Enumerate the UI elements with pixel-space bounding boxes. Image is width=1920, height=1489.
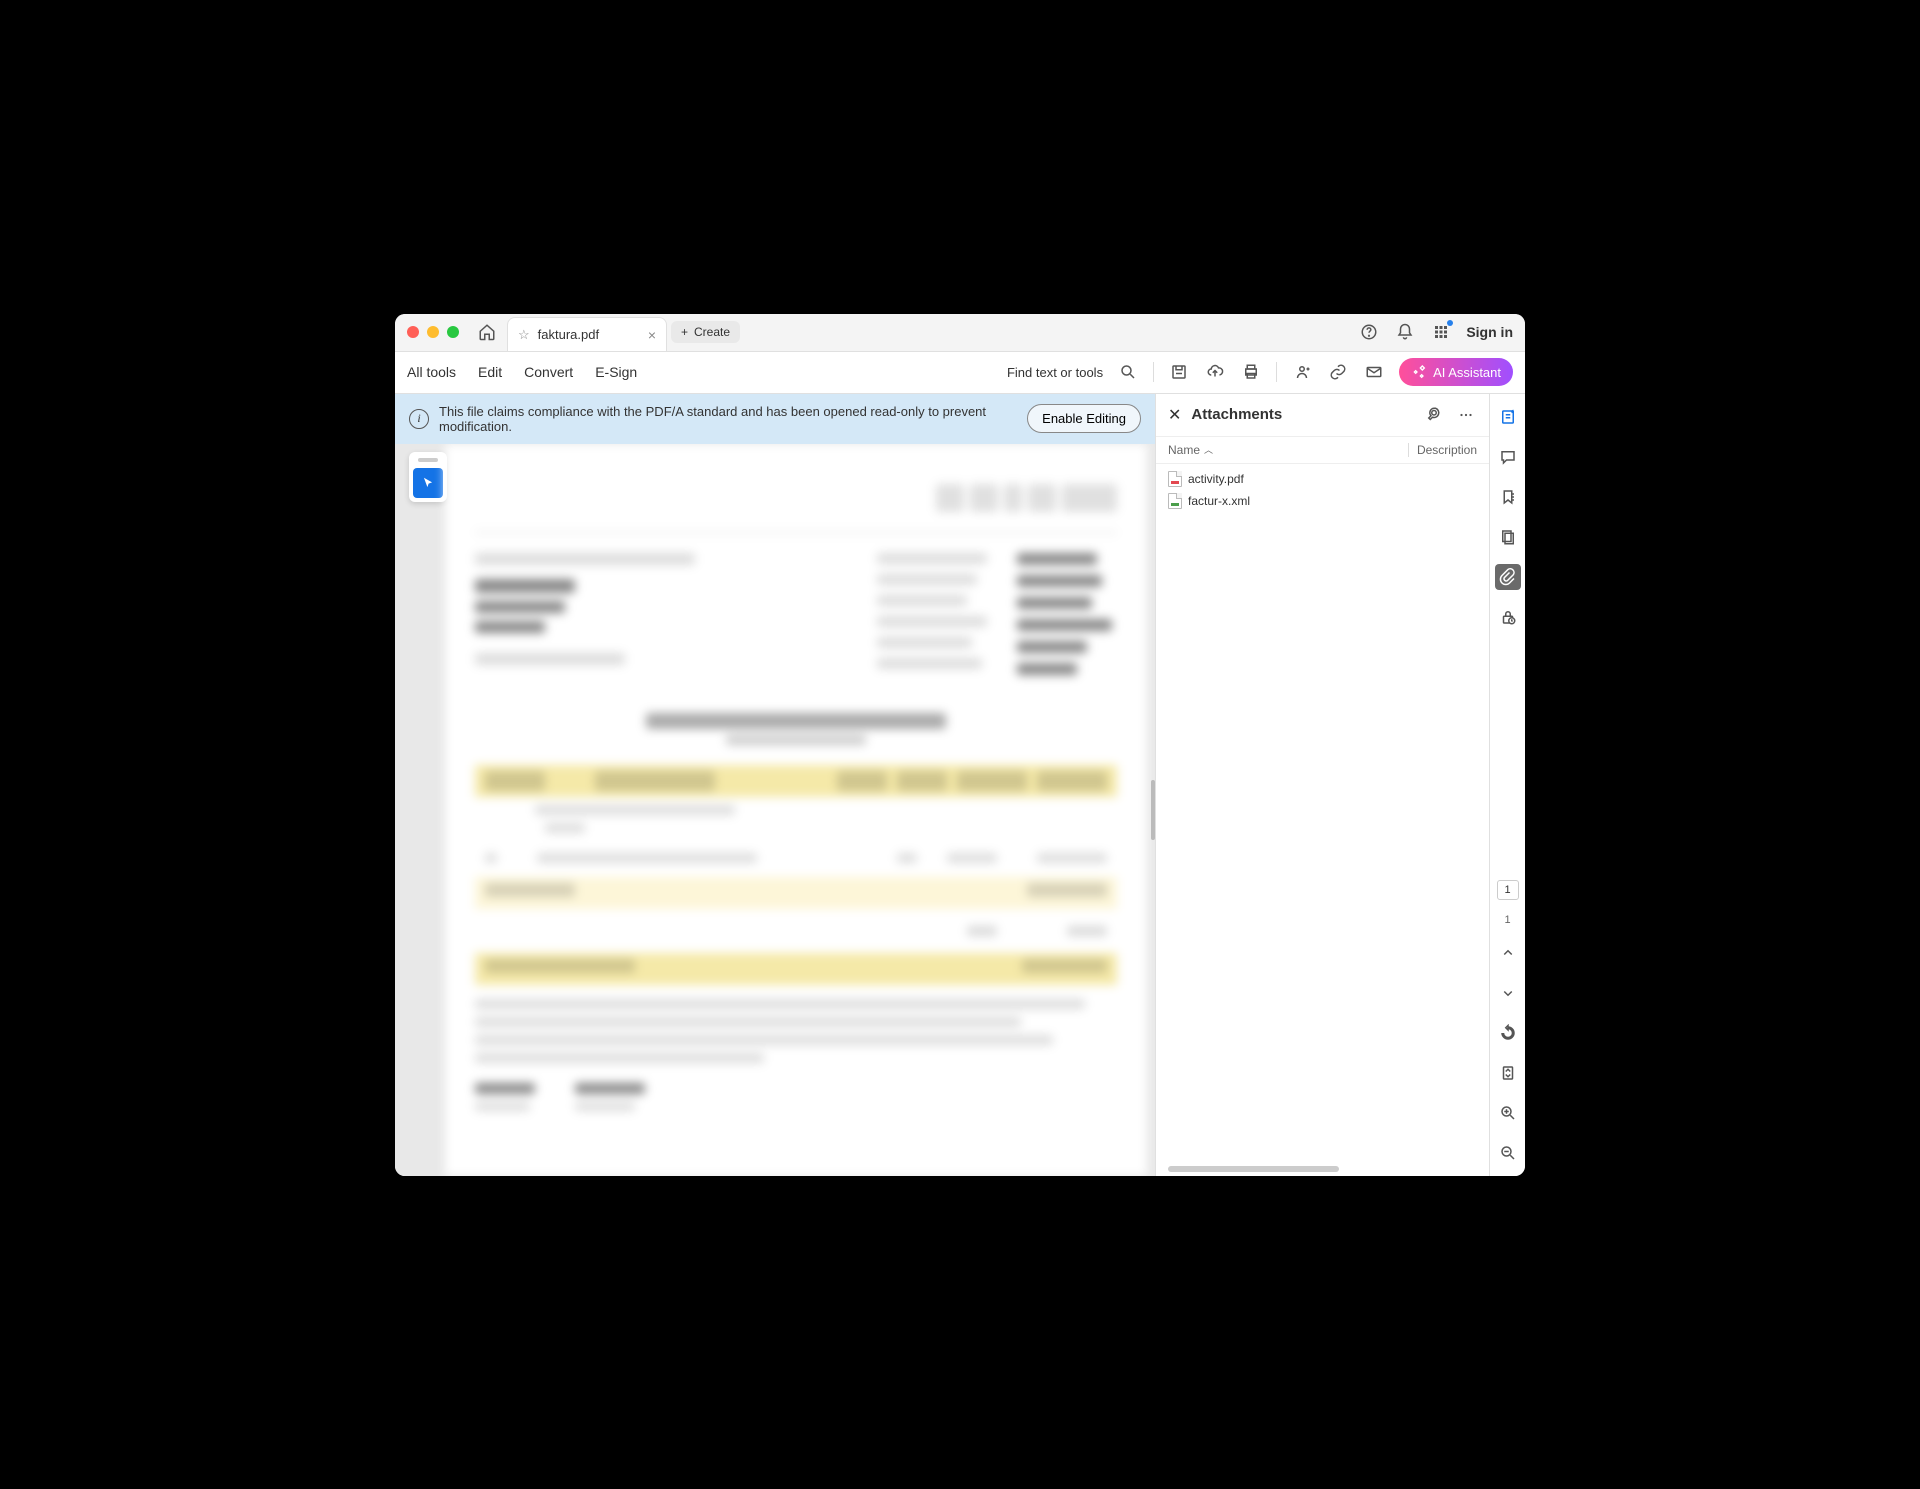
attachments-list: activity.pdf factur-x.xml xyxy=(1156,464,1489,516)
ai-sparkle-icon xyxy=(1411,364,1427,380)
info-icon: i xyxy=(409,409,429,429)
pdf-file-icon xyxy=(1168,471,1182,487)
save-button[interactable] xyxy=(1168,361,1190,383)
xml-file-icon xyxy=(1168,493,1182,509)
edit-menu[interactable]: Edit xyxy=(478,364,502,380)
tab-title: faktura.pdf xyxy=(538,327,599,342)
toolbar-drag-handle[interactable] xyxy=(418,458,438,462)
panel-header: ✕ Attachments xyxy=(1156,394,1489,436)
selection-tool-button[interactable] xyxy=(413,468,443,498)
window-controls xyxy=(407,326,459,338)
window-close-button[interactable] xyxy=(407,326,419,338)
notifications-button[interactable] xyxy=(1394,321,1416,343)
banner-message: This file claims compliance with the PDF… xyxy=(439,404,1017,434)
help-button[interactable] xyxy=(1358,321,1380,343)
zoom-out-button[interactable] xyxy=(1495,1140,1521,1166)
attachment-item[interactable]: factur-x.xml xyxy=(1156,490,1489,512)
create-label: Create xyxy=(694,325,730,339)
search-attachments-button[interactable] xyxy=(1423,404,1445,426)
right-rail: 1 1 xyxy=(1489,394,1525,1176)
name-column-header[interactable]: Name ︿ xyxy=(1168,443,1400,457)
attachments-button[interactable] xyxy=(1495,564,1521,590)
apps-button[interactable] xyxy=(1430,321,1452,343)
document-viewport[interactable] xyxy=(395,444,1155,1176)
star-icon[interactable]: ☆ xyxy=(518,327,530,343)
home-button[interactable] xyxy=(475,320,499,344)
window-maximize-button[interactable] xyxy=(447,326,459,338)
zoom-in-button[interactable] xyxy=(1495,1100,1521,1126)
description-column-header[interactable]: Description xyxy=(1417,443,1477,457)
page-up-button[interactable] xyxy=(1495,940,1521,966)
attachments-panel: ✕ Attachments Name ︿ Description activit… xyxy=(1155,394,1489,1176)
document-area: i This file claims compliance with the P… xyxy=(395,394,1155,1176)
signin-button[interactable]: Sign in xyxy=(1466,324,1513,340)
panel-options-button[interactable] xyxy=(1455,404,1477,426)
page-number-input[interactable]: 1 xyxy=(1497,880,1519,900)
panel-scrollbar[interactable] xyxy=(1168,1166,1339,1172)
notification-dot-icon xyxy=(1447,320,1453,326)
share-button[interactable] xyxy=(1291,361,1313,383)
attachment-item[interactable]: activity.pdf xyxy=(1156,468,1489,490)
toolbar-divider xyxy=(1153,362,1154,382)
ai-label: AI Assistant xyxy=(1433,365,1501,380)
security-button[interactable] xyxy=(1495,604,1521,630)
plus-icon: + xyxy=(681,325,688,339)
titlebar: ☆ faktura.pdf × + Create Sign in xyxy=(395,314,1525,352)
esign-menu[interactable]: E-Sign xyxy=(595,364,637,380)
ai-assistant-button[interactable]: AI Assistant xyxy=(1399,358,1513,386)
panel-column-headers: Name ︿ Description xyxy=(1156,436,1489,464)
print-button[interactable] xyxy=(1240,361,1262,383)
enable-editing-button[interactable]: Enable Editing xyxy=(1027,404,1141,433)
pdf-page-content xyxy=(445,444,1147,1176)
bookmarks-button[interactable] xyxy=(1495,484,1521,510)
thumbnails-button[interactable] xyxy=(1495,524,1521,550)
main-toolbar: All tools Edit Convert E-Sign Find text … xyxy=(395,352,1525,394)
convert-menu[interactable]: Convert xyxy=(524,364,573,380)
comments-button[interactable] xyxy=(1495,444,1521,470)
page-total: 1 xyxy=(1504,914,1510,926)
toolbar-divider xyxy=(1276,362,1277,382)
cursor-icon xyxy=(421,476,435,490)
scrollbar-thumb[interactable] xyxy=(1151,780,1155,840)
cloud-upload-button[interactable] xyxy=(1204,361,1226,383)
fit-page-button[interactable] xyxy=(1495,1060,1521,1086)
rotate-button[interactable] xyxy=(1495,1020,1521,1046)
tab-close-button[interactable]: × xyxy=(648,327,656,343)
pdfa-banner: i This file claims compliance with the P… xyxy=(395,394,1155,444)
document-tab[interactable]: ☆ faktura.pdf × xyxy=(507,317,667,351)
panel-close-button[interactable]: ✕ xyxy=(1168,405,1181,425)
email-button[interactable] xyxy=(1363,361,1385,383)
find-label: Find text or tools xyxy=(1007,365,1103,380)
content-area: i This file claims compliance with the P… xyxy=(395,394,1525,1176)
page-down-button[interactable] xyxy=(1495,980,1521,1006)
floating-toolbar[interactable] xyxy=(409,452,447,502)
app-window: ☆ faktura.pdf × + Create Sign in All too… xyxy=(395,314,1525,1176)
window-minimize-button[interactable] xyxy=(427,326,439,338)
attachment-name: activity.pdf xyxy=(1188,472,1244,486)
sort-ascending-icon: ︿ xyxy=(1204,443,1213,456)
attachment-name: factur-x.xml xyxy=(1188,494,1250,508)
generative-summary-button[interactable] xyxy=(1495,404,1521,430)
search-button[interactable] xyxy=(1117,361,1139,383)
panel-title: Attachments xyxy=(1191,406,1282,423)
link-button[interactable] xyxy=(1327,361,1349,383)
all-tools-menu[interactable]: All tools xyxy=(407,364,456,380)
create-button[interactable]: + Create xyxy=(671,321,740,343)
